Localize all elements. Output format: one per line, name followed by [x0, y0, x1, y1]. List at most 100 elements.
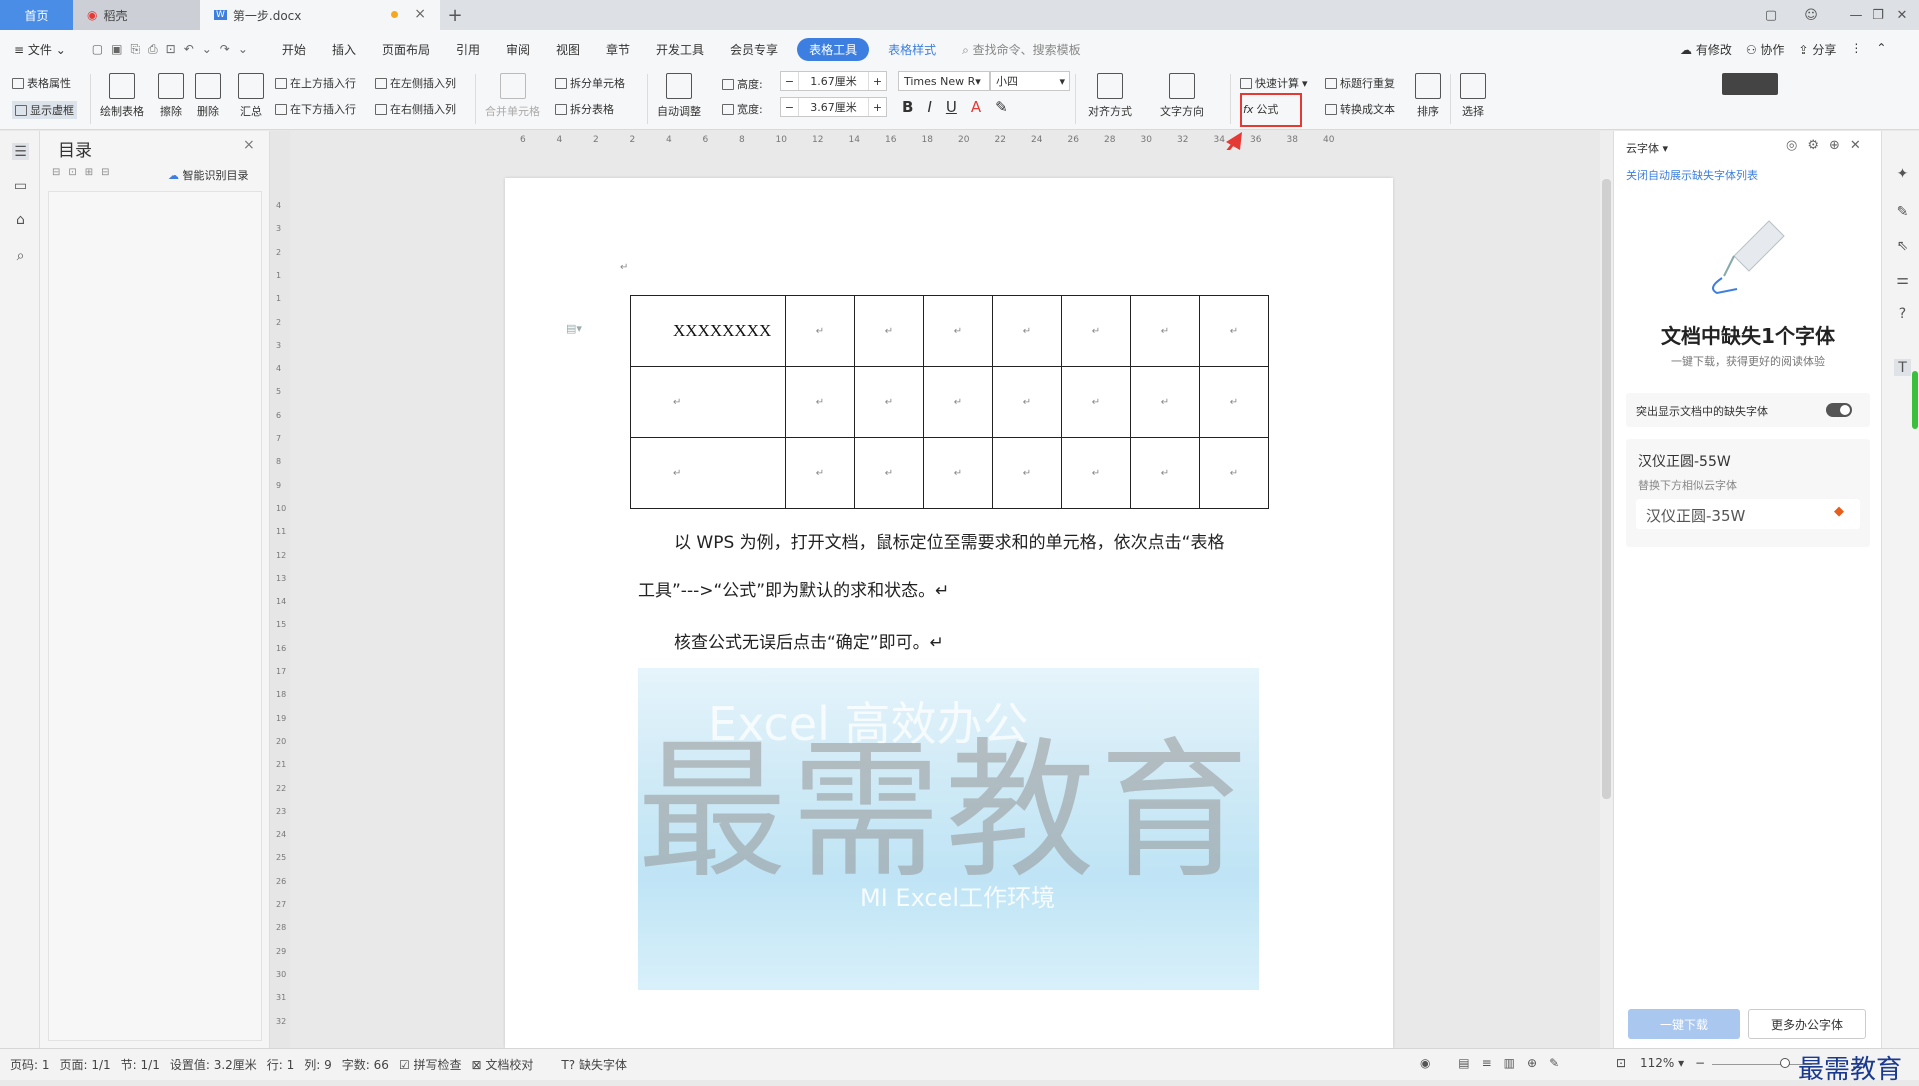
summary-button[interactable]: 汇总	[238, 73, 264, 119]
highlight-toggle[interactable]	[1826, 403, 1852, 417]
menu-member[interactable]: 会员专享	[717, 41, 791, 58]
height-value[interactable]: 1.67厘米	[799, 72, 868, 90]
spell-check-button[interactable]: ☑ 拼写检查	[399, 1056, 462, 1073]
toc-controls[interactable]: ⊟⊡⊞⊟	[52, 167, 118, 178]
zoom-out-icon[interactable]: −	[1695, 1056, 1705, 1070]
text-font-icon[interactable]: T	[1894, 359, 1911, 376]
command-search[interactable]: ⌕ 查找命令、搜索模板	[949, 41, 1094, 58]
close-window-icon[interactable]: ✕	[1886, 0, 1918, 30]
table-cell[interactable]: ↵	[854, 366, 924, 438]
font-size-select[interactable]: 小四 ▾	[990, 71, 1070, 91]
menu-start[interactable]: 开始	[269, 41, 319, 58]
table-cell[interactable]: ↵	[923, 295, 993, 367]
table-cell[interactable]: ↵	[785, 437, 855, 509]
tab-daoke[interactable]: ◉ 稻壳	[73, 0, 200, 30]
missing-font-button[interactable]: T? 缺失字体	[561, 1056, 627, 1073]
close-auto-link[interactable]: 关闭自动展示缺失字体列表	[1626, 167, 1758, 183]
close-tab-icon[interactable]: ×	[414, 6, 426, 22]
menu-layout[interactable]: 页面布局	[369, 41, 443, 58]
table-cell-active[interactable]: XXXXXXXX	[630, 295, 786, 367]
table-cell[interactable]: ↵	[992, 295, 1062, 367]
bold-icon[interactable]: B	[902, 98, 913, 116]
insert-left-button[interactable]: 在左侧插入列	[375, 75, 456, 91]
title-repeat-button[interactable]: 标题行重复	[1325, 75, 1395, 91]
menu-view[interactable]: 视图	[543, 41, 593, 58]
table-props-button[interactable]: 表格属性	[12, 75, 71, 91]
merge-cells-button[interactable]: 合并单元格	[485, 73, 540, 119]
table-cell[interactable]: ↵	[1130, 437, 1200, 509]
font-color-icon[interactable]: A	[971, 98, 981, 116]
modify-button[interactable]: ☁ 有修改	[1680, 41, 1732, 58]
italic-icon[interactable]: I	[927, 98, 931, 116]
alt-font-option[interactable]: 汉仪正圆-35W ◆	[1636, 499, 1860, 529]
table-cell[interactable]: ↵	[1199, 295, 1269, 367]
body-paragraph-1[interactable]: 以 WPS 为例，打开文档，鼠标定位至需要求和的单元格，依次点击“表格	[674, 528, 1224, 553]
underline-icon[interactable]: U	[946, 98, 957, 116]
insert-above-button[interactable]: 在上方插入行	[275, 75, 356, 91]
to-text-button[interactable]: 转换成文本	[1325, 101, 1395, 117]
collapse-ribbon-icon[interactable]: ⌃	[1876, 41, 1886, 58]
width-plus[interactable]: +	[868, 98, 886, 116]
table-cell[interactable]: ↵	[923, 437, 993, 509]
insert-right-button[interactable]: 在右侧插入列	[375, 101, 456, 117]
height-stepper[interactable]: −1.67厘米 +	[780, 71, 887, 91]
scrollbar-thumb[interactable]	[1602, 179, 1611, 799]
new-tab-button[interactable]: +	[440, 0, 470, 30]
table-cell[interactable]: ↵	[1061, 295, 1131, 367]
menu-review[interactable]: 审阅	[493, 41, 543, 58]
body-paragraph-2[interactable]: 工具”--->“公式”即为默认的求和状态。↵	[638, 576, 949, 601]
avatar[interactable]: ☺	[1795, 0, 1827, 30]
status-row[interactable]: 行: 1	[267, 1056, 295, 1073]
document-table[interactable]: XXXXXXXX ↵ ↵ ↵ ↵ ↵ ↵ ↵ ↵ ↵ ↵ ↵ ↵ ↵ ↵ ↵ ↵ ↵ ↵ ↵ ↵ ↵ ↵ ↵	[630, 295, 1269, 509]
auto-fit-button[interactable]: 自动调整	[657, 73, 701, 119]
smart-toc-button[interactable]: ☁ 智能识别目录	[168, 167, 249, 183]
table-cell[interactable]: ↵	[1061, 437, 1131, 509]
cloud-font-title[interactable]: 云字体 ▾	[1626, 140, 1668, 156]
menu-devtools[interactable]: 开发工具	[643, 41, 717, 58]
download-button[interactable]: 一键下载	[1628, 1009, 1740, 1039]
width-value[interactable]: 3.67厘米	[799, 98, 868, 116]
layout-icon[interactable]: ▢	[1755, 0, 1787, 30]
tab-document[interactable]: W 第一步.docx ×	[200, 0, 440, 30]
sliders-icon[interactable]: ⚌	[1894, 271, 1911, 288]
table-cell[interactable]: ↵	[854, 295, 924, 367]
draw-table-button[interactable]: 绘制表格	[100, 73, 144, 119]
pen-icon[interactable]: ✎	[1894, 203, 1911, 220]
table-cell[interactable]: ↵	[992, 437, 1062, 509]
insert-below-button[interactable]: 在下方插入行	[275, 101, 356, 117]
width-stepper[interactable]: −3.67厘米 +	[780, 97, 887, 117]
bookmark-icon[interactable]: ⌂	[12, 211, 29, 228]
table-cell[interactable]: ↵	[785, 295, 855, 367]
cursor-icon[interactable]: ⇖	[1894, 237, 1911, 254]
zoom-slider-handle[interactable]	[1780, 1058, 1790, 1068]
quick-calc-button[interactable]: 快速计算 ▾	[1240, 75, 1308, 91]
zoom-slider[interactable]	[1712, 1064, 1812, 1065]
sparkle-icon[interactable]: ✦	[1894, 165, 1911, 182]
doc-proof-button[interactable]: ⊠ 文档校对	[472, 1056, 534, 1073]
tab-table-tools[interactable]: 表格工具	[797, 37, 870, 61]
font-name-select[interactable]: Times New R ▾	[898, 71, 990, 91]
more-icon[interactable]: ⋮	[1850, 41, 1862, 58]
status-words[interactable]: 字数: 66	[342, 1056, 389, 1073]
body-paragraph-3[interactable]: 核查公式无误后点击“确定”即可。↵	[674, 628, 944, 653]
split-cells-button[interactable]: 拆分单元格	[555, 75, 625, 91]
help-icon[interactable]: ?	[1894, 305, 1911, 322]
share-button[interactable]: ⇪ 分享	[1798, 41, 1836, 58]
status-section[interactable]: 节: 1/1	[121, 1056, 160, 1073]
more-fonts-button[interactable]: 更多办公字体	[1748, 1009, 1866, 1039]
select-button[interactable]: 选择	[1460, 73, 1486, 119]
table-cell[interactable]: ↵	[1130, 295, 1200, 367]
search-icon[interactable]: ⌕	[12, 247, 29, 264]
quick-access-icons[interactable]: ▢▣⎘⎙⊡↶⌄↷⌄	[79, 42, 269, 57]
tab-home[interactable]: 首页	[0, 0, 73, 30]
status-setting[interactable]: 设置值: 3.2厘米	[170, 1056, 257, 1073]
table-cell[interactable]: ↵	[630, 437, 786, 509]
tab-table-style[interactable]: 表格样式	[875, 41, 949, 58]
toc-icon[interactable]: ☰	[12, 143, 29, 160]
erase-button[interactable]: 擦除	[158, 73, 184, 119]
table-cell[interactable]: ↵	[1061, 366, 1131, 438]
table-cell[interactable]: ↵	[1130, 366, 1200, 438]
status-pages[interactable]: 页面: 1/1	[60, 1056, 111, 1073]
menu-insert[interactable]: 插入	[319, 41, 369, 58]
view-mode-icons[interactable]: ◉ ▤≡▥⊕✎	[1420, 1056, 1571, 1070]
